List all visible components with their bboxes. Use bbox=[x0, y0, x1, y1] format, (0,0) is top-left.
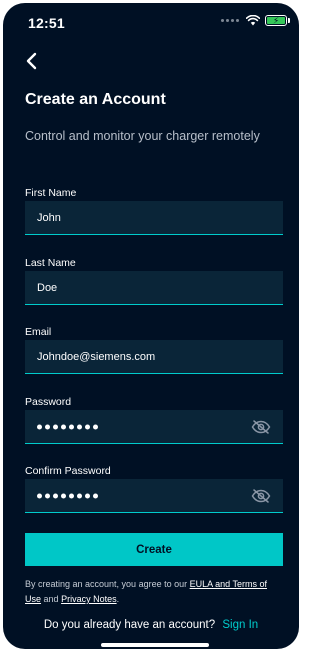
privacy-notes-link[interactable]: Privacy Notes bbox=[61, 594, 117, 604]
chevron-left-icon bbox=[26, 52, 37, 70]
status-icons: ⚡ bbox=[221, 15, 290, 26]
status-time: 12:51 bbox=[28, 15, 65, 31]
legal-prefix: By creating an account, you agree to our bbox=[25, 579, 188, 589]
first-name-input[interactable] bbox=[37, 201, 237, 234]
app-screen: 12:51 ⚡ Create an Account Control and mo… bbox=[3, 3, 299, 649]
create-button[interactable]: Create bbox=[25, 533, 283, 566]
legal-suffix: . bbox=[116, 594, 120, 604]
last-name-field-container bbox=[25, 271, 283, 305]
legal-notice: By creating an account, you agree to our… bbox=[25, 577, 285, 607]
battery-icon: ⚡ bbox=[265, 15, 290, 26]
status-bar: 12:51 ⚡ bbox=[3, 3, 299, 43]
password-field[interactable] bbox=[25, 410, 283, 444]
email-input[interactable] bbox=[37, 340, 237, 373]
confirm-password-field[interactable] bbox=[25, 479, 283, 513]
cellular-signal-icon bbox=[221, 19, 239, 22]
legal-and: and bbox=[43, 594, 59, 604]
last-name-label: Last Name bbox=[25, 257, 76, 269]
signin-prompt: Do you already have an account? bbox=[43, 619, 216, 631]
signin-row: Do you already have an account? Sign In bbox=[3, 619, 299, 631]
password-label: Password bbox=[25, 396, 72, 408]
confirm-password-masked-value bbox=[37, 493, 98, 498]
home-indicator[interactable] bbox=[101, 643, 209, 647]
confirm-password-label: Confirm Password bbox=[25, 465, 111, 477]
eye-off-icon[interactable] bbox=[251, 419, 271, 434]
first-name-label: First Name bbox=[25, 187, 77, 199]
last-name-input[interactable] bbox=[37, 271, 237, 304]
email-field-container bbox=[25, 340, 283, 374]
first-name-field-container bbox=[25, 201, 283, 235]
back-button[interactable] bbox=[17, 47, 45, 75]
email-label: Email bbox=[25, 326, 52, 338]
eye-off-icon[interactable] bbox=[251, 488, 271, 503]
wifi-icon bbox=[246, 15, 260, 26]
password-masked-value bbox=[37, 424, 98, 429]
page-subtitle: Control and monitor your charger remotel… bbox=[25, 129, 260, 143]
sign-in-link[interactable]: Sign In bbox=[222, 619, 258, 631]
page-title: Create an Account bbox=[25, 91, 166, 108]
charging-bolt-icon: ⚡ bbox=[272, 15, 280, 25]
